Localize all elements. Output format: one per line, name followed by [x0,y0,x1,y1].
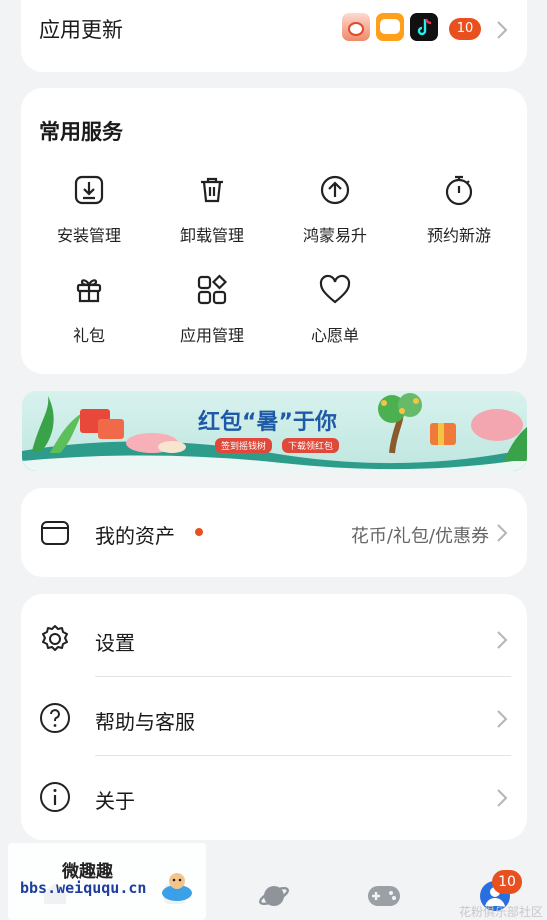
services-title: 常用服务 [39,120,123,144]
service-reserve-games[interactable]: 预约新游 [397,172,521,246]
gamepad-icon[interactable] [366,882,402,914]
service-app-manage[interactable]: 应用管理 [150,272,274,346]
common-services-card: 常用服务 安装管理 卸载管理 鸿蒙易升 预约新游 礼包 应用管理 心愿单 [21,88,527,374]
upgrade-icon [317,172,353,208]
heart-icon [317,272,353,308]
promo-banner[interactable]: 红包“暑”于你 签到摇钱树 下载领红包 [22,391,527,471]
banner-tag-download: 下载领红包 [282,438,340,453]
wallet-icon [39,516,71,548]
divider [95,755,511,756]
watermark-url: bbs.weiququ.cn [20,879,147,897]
service-install-manage[interactable]: 安装管理 [27,172,151,246]
settings-list-card: 设置 帮助与客服 关于 [21,594,527,840]
install-icon [71,172,107,208]
app-grid-icon [194,272,230,308]
5g-app-icon [376,13,404,41]
tiktok-app-icon [410,13,438,41]
divider [95,676,511,677]
corner-watermark: 花粉俱乐部社区 [458,905,543,919]
help-icon [39,702,71,734]
watermark-overlay: 微趣趣 bbs.weiququ.cn [8,843,206,920]
settings-row[interactable]: 设置 [21,599,527,677]
update-count-badge: 10 [449,18,481,40]
gift-icon [71,272,107,308]
help-support-label: 帮助与客服 [95,710,195,734]
app-update-card[interactable]: 应用更新 10 [21,0,527,72]
help-support-row[interactable]: 帮助与客服 [21,678,527,756]
mascot-icon [160,869,194,903]
service-label: 安装管理 [56,226,121,245]
banner-headline: 红包“暑”于你 [198,410,337,435]
banner-tag-checkin: 签到摇钱树 [215,438,273,453]
service-label: 卸载管理 [179,226,244,245]
my-assets-card[interactable]: 我的资产 花币/礼包/优惠券 [21,488,527,577]
service-wishlist[interactable]: 心愿单 [273,272,397,346]
service-label: 礼包 [72,326,105,345]
service-label: 预约新游 [426,226,491,245]
assets-detail: 花币/礼包/优惠券 [350,526,489,547]
service-label: 鸿蒙易升 [302,226,367,245]
chevron-right-icon [495,786,509,810]
stopwatch-icon [441,172,477,208]
service-harmony-upgrade[interactable]: 鸿蒙易升 [273,172,397,246]
about-label: 关于 [95,789,135,813]
about-row[interactable]: 关于 [21,757,527,835]
chevron-right-icon [495,18,509,42]
profile-badge: 10 [492,870,522,894]
service-gift-pack[interactable]: 礼包 [27,272,151,346]
service-label: 心愿单 [310,326,359,345]
updated-app-icons [342,13,438,41]
service-uninstall-manage[interactable]: 卸载管理 [150,172,274,246]
gear-icon [39,623,71,655]
planet-icon[interactable] [258,880,290,916]
app-update-title: 应用更新 [39,18,123,42]
service-label: 应用管理 [179,326,244,345]
chevron-right-icon [495,628,509,652]
chevron-right-icon [495,521,509,545]
chevron-right-icon [495,707,509,731]
info-icon [39,781,71,813]
notification-dot [195,528,203,536]
settings-label: 设置 [95,631,135,655]
trash-icon [194,172,230,208]
my-assets-label: 我的资产 [95,524,175,548]
cartoon-app-icon [342,13,370,41]
